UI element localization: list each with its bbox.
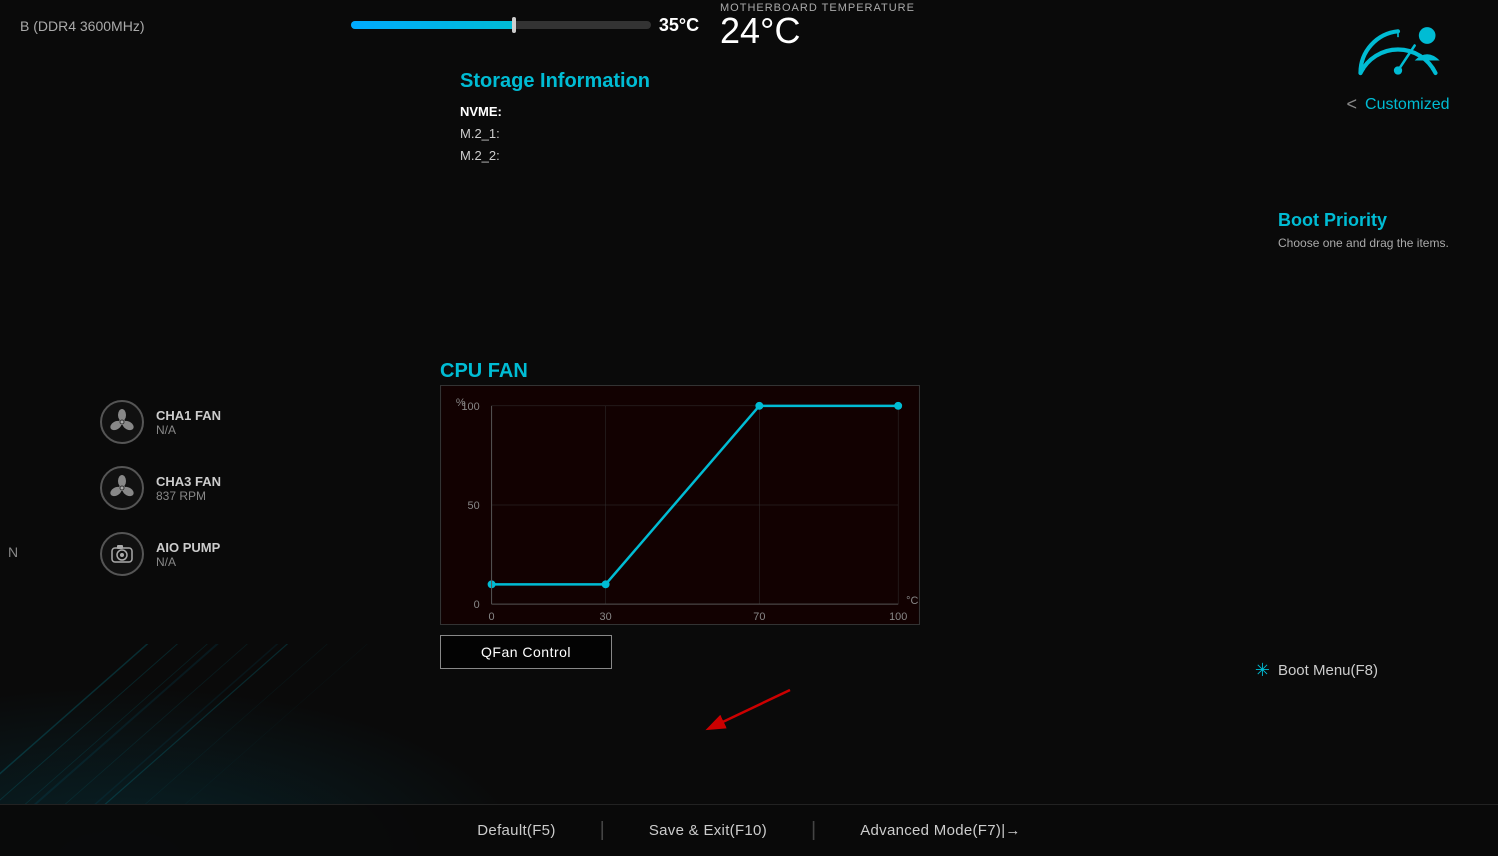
default-button[interactable]: Default(F5) — [437, 822, 595, 839]
storage-m2-1: M.2_1: — [460, 123, 780, 145]
deco-lines-svg — [0, 644, 450, 804]
snowflake-icon: ✳ — [1255, 660, 1270, 681]
svg-text:0: 0 — [489, 611, 495, 623]
deco-lines — [0, 644, 450, 804]
boot-priority-title: Boot Priority — [1278, 210, 1478, 231]
chevron-left-icon[interactable]: < — [1347, 94, 1358, 115]
svg-text:°C: °C — [906, 595, 918, 607]
save-exit-button[interactable]: Save & Exit(F10) — [609, 822, 807, 839]
qfan-control-button[interactable]: QFan Control — [440, 635, 612, 669]
fan-aio-icon — [100, 532, 144, 576]
boot-menu-label: Boot Menu(F8) — [1278, 662, 1378, 679]
fan-chart-svg: 100 50 0 % 0 30 70 100 °C — [441, 386, 919, 624]
fan-cha1-info: CHA1 FAN N/A — [156, 408, 221, 437]
bottom-bar: Default(F5) | Save & Exit(F10) | Advance… — [0, 804, 1498, 856]
fan-cha3-info: CHA3 FAN 837 RPM — [156, 474, 221, 503]
fan-cha3-speed: 837 RPM — [156, 489, 221, 503]
ram-label: B (DDR4 3600MHz) — [20, 18, 144, 34]
cpu-fan-title: CPU FAN — [440, 360, 940, 383]
boot-priority-desc: Choose one and drag the items. — [1278, 235, 1478, 252]
svg-text:100: 100 — [889, 611, 907, 623]
cpu-fan-section: CPU FAN 100 50 0 % 0 30 70 100 °C — [440, 360, 940, 669]
fan-cha3-name: CHA3 FAN — [156, 474, 221, 489]
fan-cha1-name: CHA1 FAN — [156, 408, 221, 423]
fan-aio-pump: AIO PUMP N/A — [100, 532, 300, 576]
storage-info-panel: Storage Information NVME: M.2_1: M.2_2: — [460, 70, 780, 167]
cpu-temp-value: 35°C — [659, 15, 699, 36]
fan-cha1-speed: N/A — [156, 423, 221, 437]
customized-nav[interactable]: < Customized — [1347, 94, 1450, 115]
mb-temp-section: Motherboard Temperature 24°C — [720, 0, 915, 52]
advanced-mode-button[interactable]: Advanced Mode(F7)|→ — [820, 822, 1061, 839]
red-arrow-annotation — [680, 680, 800, 740]
fan-aio-info: AIO PUMP N/A — [156, 540, 220, 569]
separator-2: | — [807, 819, 820, 842]
svg-text:30: 30 — [600, 611, 612, 623]
fan-cha3: CHA3 FAN 837 RPM — [100, 466, 300, 510]
profile-panel: < Customized — [1298, 0, 1498, 200]
boot-menu-button[interactable]: ✳ Boot Menu(F8) — [1255, 660, 1378, 681]
fan-aio-speed: N/A — [156, 555, 220, 569]
storage-m2-2: M.2_2: — [460, 145, 780, 167]
cpu-temp-area: 35°C — [300, 0, 750, 50]
separator-1: | — [596, 819, 609, 842]
customized-label: Customized — [1365, 96, 1449, 114]
svg-text:70: 70 — [753, 611, 765, 623]
temp-bar-fill — [351, 21, 516, 29]
fans-panel: CHA1 FAN N/A CHA3 FAN 837 RPM — [100, 400, 300, 598]
left-edge-label: N — [0, 540, 26, 564]
temp-bar-thumb — [512, 17, 516, 33]
gauge-icon — [1348, 8, 1448, 88]
svg-text:%: % — [456, 397, 466, 409]
storage-title: Storage Information — [460, 70, 780, 93]
svg-text:0: 0 — [474, 599, 480, 611]
fan-aio-name: AIO PUMP — [156, 540, 220, 555]
fan-cha3-icon — [100, 466, 144, 510]
fan-cha1-icon — [100, 400, 144, 444]
boot-priority-panel: Boot Priority Choose one and drag the it… — [1278, 210, 1478, 252]
fan-cha1: CHA1 FAN N/A — [100, 400, 300, 444]
svg-text:50: 50 — [468, 500, 480, 512]
mb-temp-value: 24°C — [720, 10, 800, 52]
fan-chart: 100 50 0 % 0 30 70 100 °C — [440, 385, 920, 625]
storage-nvme: NVME: — [460, 101, 780, 123]
temp-bar-track — [351, 21, 651, 29]
